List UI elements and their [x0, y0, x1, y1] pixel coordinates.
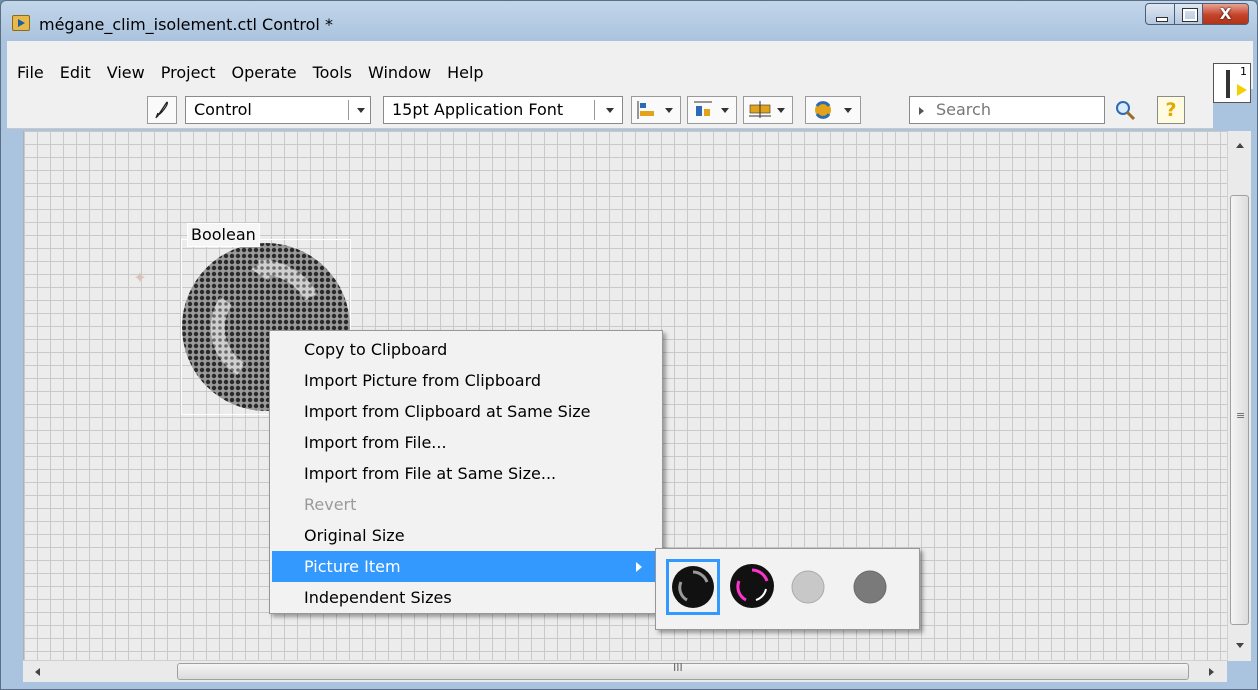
boolean-label[interactable]: Boolean	[187, 223, 260, 247]
horizontal-scrollbar[interactable]: III	[23, 660, 1227, 682]
search-placeholder: Search	[936, 100, 991, 119]
connector-number: 1	[1240, 65, 1247, 78]
menu-revert: Revert	[304, 495, 357, 514]
close-button[interactable]: X	[1203, 3, 1249, 25]
connector-pane-icon[interactable]: 1	[1213, 63, 1251, 103]
align-icon	[637, 101, 673, 119]
picture-item-submenu	[655, 548, 920, 630]
scroll-left-icon[interactable]	[35, 668, 40, 676]
maximize-button[interactable]	[1175, 3, 1203, 25]
menu-view[interactable]: View	[99, 60, 153, 86]
align-objects-button[interactable]	[631, 96, 681, 124]
resize-objects-button[interactable]	[743, 96, 793, 124]
chevron-down-icon	[357, 108, 365, 113]
resize-icon	[749, 101, 785, 118]
context-help-button[interactable]: ?	[1157, 96, 1185, 124]
picture-item-off[interactable]	[666, 559, 720, 615]
toolbar: Control 15pt Application Font Search ?	[7, 89, 1213, 129]
distribute-objects-button[interactable]	[687, 96, 737, 124]
menu-import-file-same-size[interactable]: Import from File at Same Size...	[270, 458, 662, 489]
menu-picture-item-label: Picture Item	[304, 557, 401, 576]
reorder-icon	[815, 101, 852, 119]
scroll-up-icon[interactable]	[1236, 143, 1244, 148]
scroll-down-icon[interactable]	[1236, 643, 1244, 648]
connector-arrow-icon	[1237, 84, 1247, 96]
menu-items: File Edit View Project Operate Tools Win…	[9, 60, 492, 86]
menu-window[interactable]: Window	[360, 60, 439, 86]
menu-picture-item[interactable]: Picture Item	[272, 551, 660, 582]
menu-bar-top	[7, 41, 1253, 59]
control-type-select[interactable]: Control	[185, 96, 371, 124]
dark-gray-circle-icon	[853, 570, 887, 604]
menu-bar: File Edit View Project Operate Tools Win…	[7, 41, 1253, 89]
boolean-on-thumbnail-icon	[730, 564, 774, 608]
menu-import-clipboard-same-size[interactable]: Import from Clipboard at Same Size	[270, 396, 662, 427]
distribute-icon	[694, 101, 729, 116]
pencil-icon	[155, 101, 168, 119]
submenu-arrow-icon	[636, 562, 642, 572]
select-separator	[348, 100, 349, 120]
origin-marker-icon: ✦	[133, 268, 147, 287]
menu-independent-sizes[interactable]: Independent Sizes	[270, 582, 662, 613]
control-editor-window: mégane_clim_isolement.ctl Control * X Fi…	[0, 0, 1258, 690]
menu-project[interactable]: Project	[153, 60, 224, 86]
chevron-down-icon	[606, 108, 614, 113]
menu-help[interactable]: Help	[439, 60, 491, 86]
vertical-scrollbar[interactable]: ≡	[1227, 131, 1251, 661]
menu-import-picture-from-clipboard[interactable]: Import Picture from Clipboard	[270, 365, 662, 396]
window-controls: X	[1145, 3, 1249, 25]
menu-tools[interactable]: Tools	[305, 60, 360, 86]
magnifier-icon	[1116, 101, 1136, 121]
connector-bar	[1226, 70, 1230, 98]
menu-original-size[interactable]: Original Size	[270, 520, 662, 551]
minimize-button[interactable]	[1145, 3, 1175, 25]
close-icon: X	[1219, 5, 1232, 23]
horizontal-scroll-thumb[interactable]	[177, 663, 1189, 680]
picture-item-off-disabled[interactable]	[790, 567, 830, 607]
grip-icon: III	[673, 661, 683, 674]
labview-icon[interactable]	[12, 15, 30, 31]
scroll-right-icon[interactable]	[1209, 668, 1214, 676]
search-input[interactable]: Search	[909, 96, 1105, 124]
grip-icon: ≡	[1236, 409, 1246, 422]
control-type-value: Control	[194, 100, 252, 119]
menu-operate[interactable]: Operate	[223, 60, 304, 86]
search-expand-icon	[919, 107, 924, 115]
boolean-off-thumbnail-icon	[672, 566, 714, 608]
font-value: 15pt Application Font	[392, 100, 564, 119]
window-title: mégane_clim_isolement.ctl Control *	[39, 15, 333, 34]
menu-file[interactable]: File	[9, 60, 52, 86]
search-button[interactable]	[1113, 98, 1139, 122]
menu-copy-to-clipboard[interactable]: Copy to Clipboard	[270, 334, 662, 365]
font-select[interactable]: 15pt Application Font	[383, 96, 623, 124]
picture-item-on[interactable]	[726, 559, 780, 615]
menu-import-from-file[interactable]: Import from File...	[270, 427, 662, 458]
picture-item-on-disabled[interactable]	[852, 567, 892, 607]
reorder-button[interactable]	[805, 96, 861, 124]
context-menu: Copy to Clipboard Import Picture from Cl…	[269, 330, 663, 614]
edit-mode-button[interactable]	[147, 96, 177, 124]
title-bar[interactable]: mégane_clim_isolement.ctl Control * X	[1, 1, 1257, 41]
select-separator	[594, 100, 595, 120]
light-gray-circle-icon	[791, 570, 825, 604]
menu-edit[interactable]: Edit	[52, 60, 99, 86]
question-icon: ?	[1165, 99, 1177, 121]
